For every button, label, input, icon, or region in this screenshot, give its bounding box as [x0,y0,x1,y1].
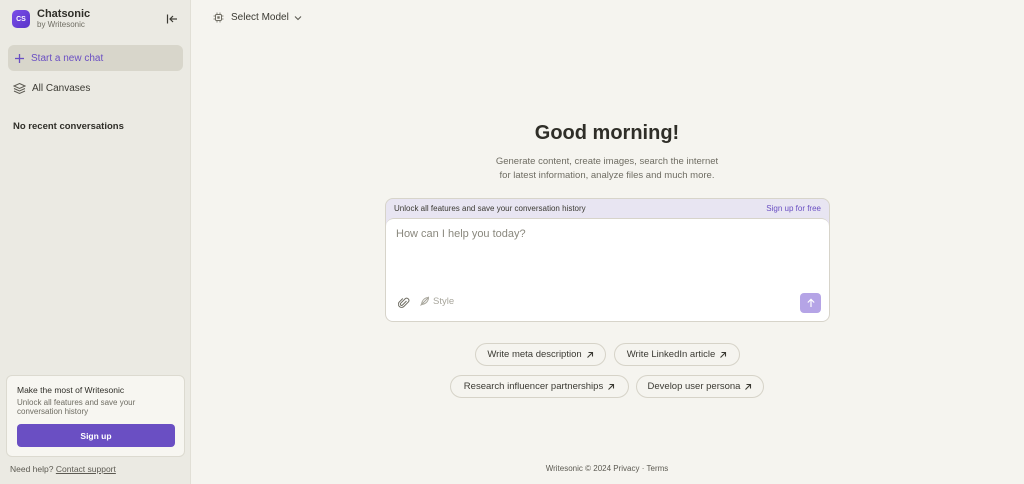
greeting-subtitle: Generate content, create images, search … [380,155,834,183]
promo-description: Unlock all features and save your conver… [17,398,136,417]
suggestion-chip-influencer-partnerships[interactable]: Research influencer partnerships [450,375,629,398]
subtitle-line-1: Generate content, create images, search … [495,156,719,167]
all-canvases-link[interactable]: All Canvases [8,78,183,98]
feather-icon [420,296,430,306]
privacy-link[interactable]: Privacy [613,464,639,473]
banner-text: Unlock all features and save your conver… [394,204,586,213]
chevron-down-icon [294,15,302,20]
arrow-up-right-icon [720,351,727,358]
upgrade-promo-card: Make the most of Writesonic Unlock all f… [6,375,185,457]
plus-icon [15,53,24,63]
brand-subtitle: by Writesonic [37,20,85,29]
terms-link[interactable]: Terms [647,464,669,473]
arrow-up-icon [806,298,815,307]
layers-icon [13,82,26,94]
sign-up-for-free-link[interactable]: Sign up for free [766,204,821,213]
style-button[interactable]: Style [419,296,454,307]
arrow-up-right-icon [608,383,615,390]
chip-icon [213,12,224,23]
brand-name: Chatsonic [37,8,91,20]
suggestion-chip-meta-description[interactable]: Write meta description [475,343,606,366]
arrow-up-right-icon [745,383,752,390]
send-button[interactable] [800,293,821,313]
brand[interactable]: CS Chatsonic by Writesonic [12,9,90,29]
chat-composer: Unlock all features and save your conver… [385,198,830,322]
select-model-label: Select Model [231,12,289,23]
footer: Writesonic © 2024 Privacy · Terms [380,464,834,473]
need-help-label: Need help? [10,464,54,474]
sign-up-button[interactable]: Sign up [17,424,175,447]
help-text: Need help? Contact support [10,464,116,474]
no-recent-conversations: No recent conversations [13,121,124,132]
suggestion-chip-linkedin-article[interactable]: Write LinkedIn article [614,343,740,366]
start-new-chat-button[interactable]: Start a new chat [8,45,183,71]
all-canvases-label: All Canvases [32,82,91,94]
brand-text: Chatsonic by Writesonic [37,9,90,29]
chatsonic-logo: CS [12,10,30,28]
suggestion-label: Write LinkedIn article [626,349,716,360]
greeting-title: Good morning! [534,122,680,144]
copyright-text: Writesonic © 2024 [545,464,612,473]
collapse-sidebar-button[interactable] [165,12,179,26]
subtitle-line-2: for latest information, analyze files an… [499,169,715,181]
arrow-up-right-icon [586,351,593,358]
prompt-input[interactable] [396,228,816,240]
contact-support-link[interactable]: Contact support [56,464,116,474]
style-label: Style [433,296,455,307]
start-new-chat-label: Start a new chat [31,52,104,64]
suggestion-label: Research influencer partnerships [463,381,604,392]
suggestion-label: Develop user persona [647,381,741,392]
promo-title: Make the most of Writesonic [17,385,125,395]
suggestion-label: Write meta description [487,349,582,360]
footer-separator: · [641,464,645,473]
attach-file-button[interactable] [397,296,410,314]
sidebar: CS Chatsonic by Writesonic Start a new c… [0,0,191,484]
collapse-sidebar-icon [166,14,177,24]
suggestion-chip-user-persona[interactable]: Develop user persona [636,375,764,398]
input-area: Style [386,218,829,321]
signup-banner: Unlock all features and save your conver… [386,199,829,218]
select-model-dropdown[interactable]: Select Model [213,12,302,23]
paperclip-icon [397,297,410,308]
